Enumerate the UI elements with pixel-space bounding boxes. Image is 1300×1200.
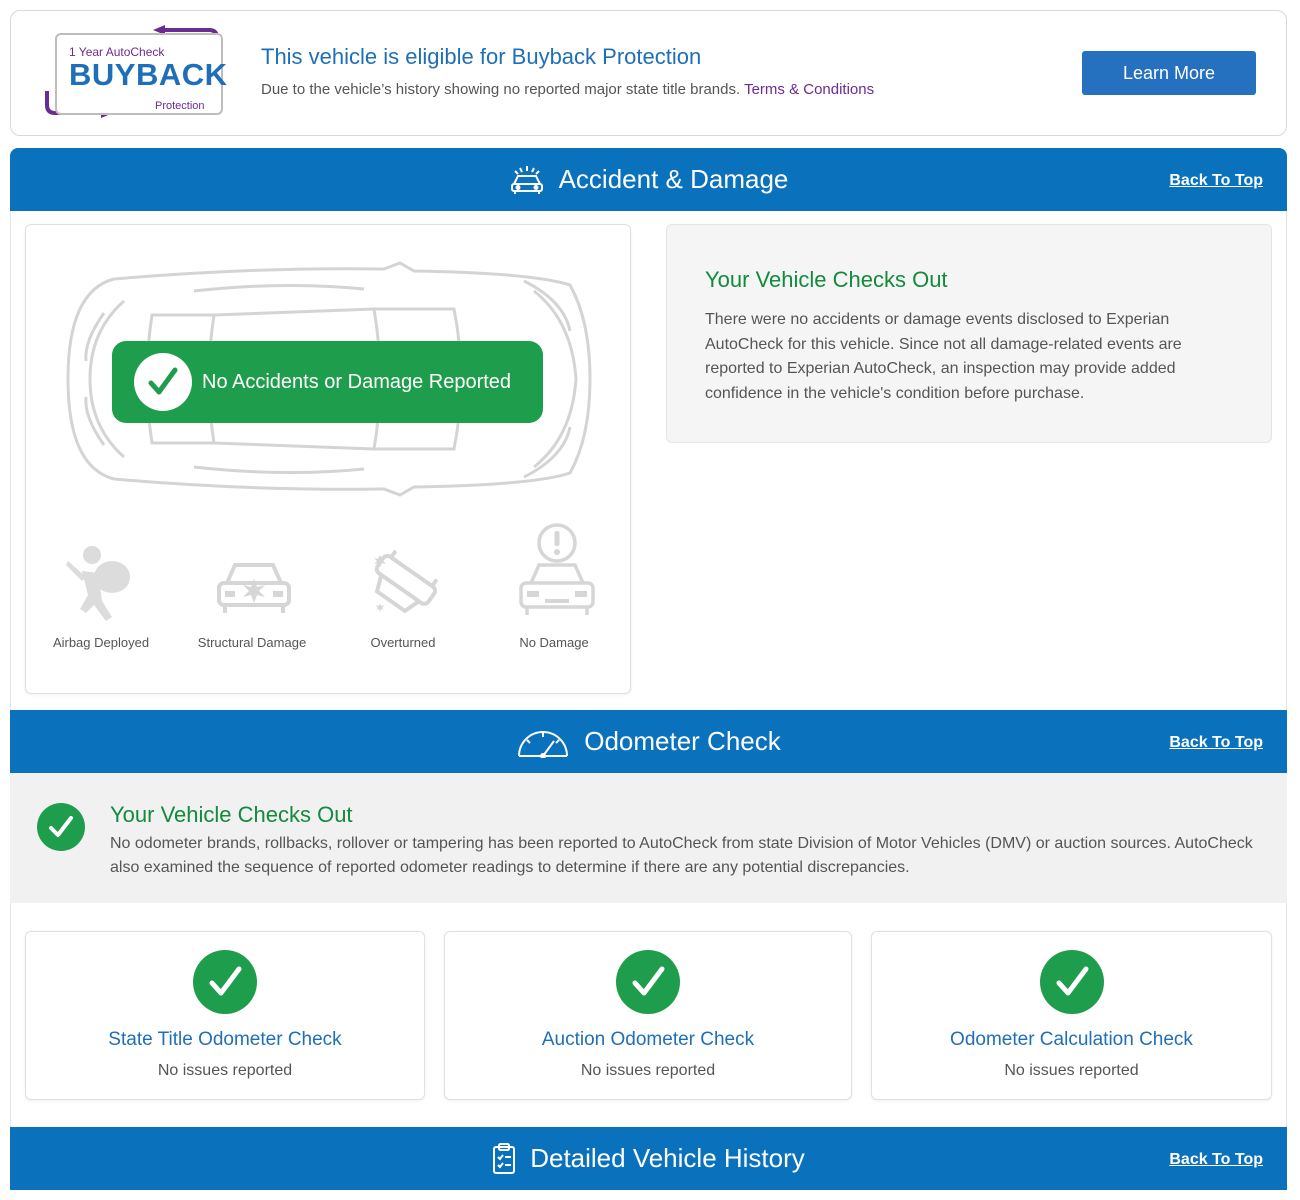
- no-damage-icon: [519, 523, 595, 615]
- no-damage-label: No Damage: [519, 635, 589, 650]
- car-accident-icon: [510, 165, 543, 194]
- accident-section-title: Accident & Damage: [558, 164, 789, 194]
- overturned-label: Overturned: [370, 635, 436, 650]
- learn-more-button[interactable]: Learn More: [1082, 51, 1256, 95]
- airbag-deployed-label: Airbag Deployed: [52, 635, 150, 650]
- check-icon: [1039, 950, 1104, 1014]
- buyback-title: This vehicle is eligible for Buyback Pro…: [261, 44, 702, 69]
- accident-section-header: Accident & Damage Back To Top: [10, 148, 1287, 211]
- history-section-title: Detailed Vehicle History: [530, 1143, 805, 1173]
- accident-checks-title: Your Vehicle Checks Out: [705, 267, 948, 292]
- odometer-card-title: State Title Odometer Check: [108, 1029, 342, 1050]
- state-title-odometer-card: State Title Odometer Check No issues rep…: [25, 931, 425, 1100]
- accident-back-to-top-link[interactable]: Back To Top: [1169, 172, 1263, 190]
- odometer-checks-text: No odometer brands, rollbacks, rollover …: [110, 835, 1253, 876]
- odometer-gauge-icon: [518, 730, 569, 758]
- buyback-logo-line3: Protection: [155, 100, 205, 112]
- damage-type-icons: Airbag Deployed Structural Damage Overtu…: [26, 523, 632, 663]
- check-icon: [193, 950, 257, 1014]
- odometer-card-title: Odometer Calculation Check: [950, 1029, 1193, 1050]
- check-icon: [616, 950, 680, 1014]
- history-section-header: Detailed Vehicle History Back To Top: [10, 1127, 1287, 1190]
- buyback-logo-line2: BUYBACK: [69, 57, 228, 92]
- odometer-section-title: Odometer Check: [584, 726, 781, 756]
- buyback-subtitle-text: Due to the vehicle’s history showing no …: [261, 81, 741, 98]
- buyback-logo: 1 Year AutoCheck BUYBACK Protection: [41, 25, 231, 125]
- odometer-check-icon: [37, 803, 85, 851]
- no-accidents-badge: No Accidents or Damage Reported: [112, 341, 543, 423]
- airbag-icon: [66, 546, 130, 621]
- odometer-card-status: No issues reported: [580, 1062, 716, 1079]
- odometer-calculation-card: Odometer Calculation Check No issues rep…: [871, 931, 1272, 1100]
- odometer-card-title: Auction Odometer Check: [541, 1029, 755, 1050]
- auction-odometer-card: Auction Odometer Check No issues reporte…: [444, 931, 852, 1100]
- buyback-subtitle: Due to the vehicle’s history showing no …: [261, 81, 874, 98]
- no-accidents-text: No Accidents or Damage Reported: [202, 370, 512, 393]
- odometer-card-status: No issues reported: [1004, 1062, 1139, 1079]
- terms-conditions-link[interactable]: Terms & Conditions: [744, 81, 874, 98]
- check-icon: [134, 353, 192, 411]
- odometer-section-header: Odometer Check Back To Top: [10, 710, 1287, 773]
- odometer-summary: Your Vehicle Checks Out No odometer bran…: [10, 773, 1287, 903]
- accident-checks-card: Your Vehicle Checks Out There were no ac…: [666, 224, 1272, 443]
- structural-damage-icon: [217, 563, 291, 613]
- odometer-checks-title: Your Vehicle Checks Out: [110, 802, 353, 827]
- accident-checks-text: There were no accidents or damage events…: [705, 311, 1182, 402]
- odometer-card-status: No issues reported: [157, 1062, 293, 1079]
- overturned-icon: [374, 549, 439, 614]
- history-back-to-top-link[interactable]: Back To Top: [1169, 1151, 1263, 1169]
- odometer-back-to-top-link[interactable]: Back To Top: [1169, 734, 1263, 752]
- buyback-banner: 1 Year AutoCheck BUYBACK Protection This…: [10, 10, 1287, 136]
- car-damage-diagram-card: No Accidents or Damage Reported Airbag D…: [25, 224, 631, 694]
- clipboard-icon: [493, 1142, 516, 1174]
- structural-damage-label: Structural Damage: [197, 635, 307, 650]
